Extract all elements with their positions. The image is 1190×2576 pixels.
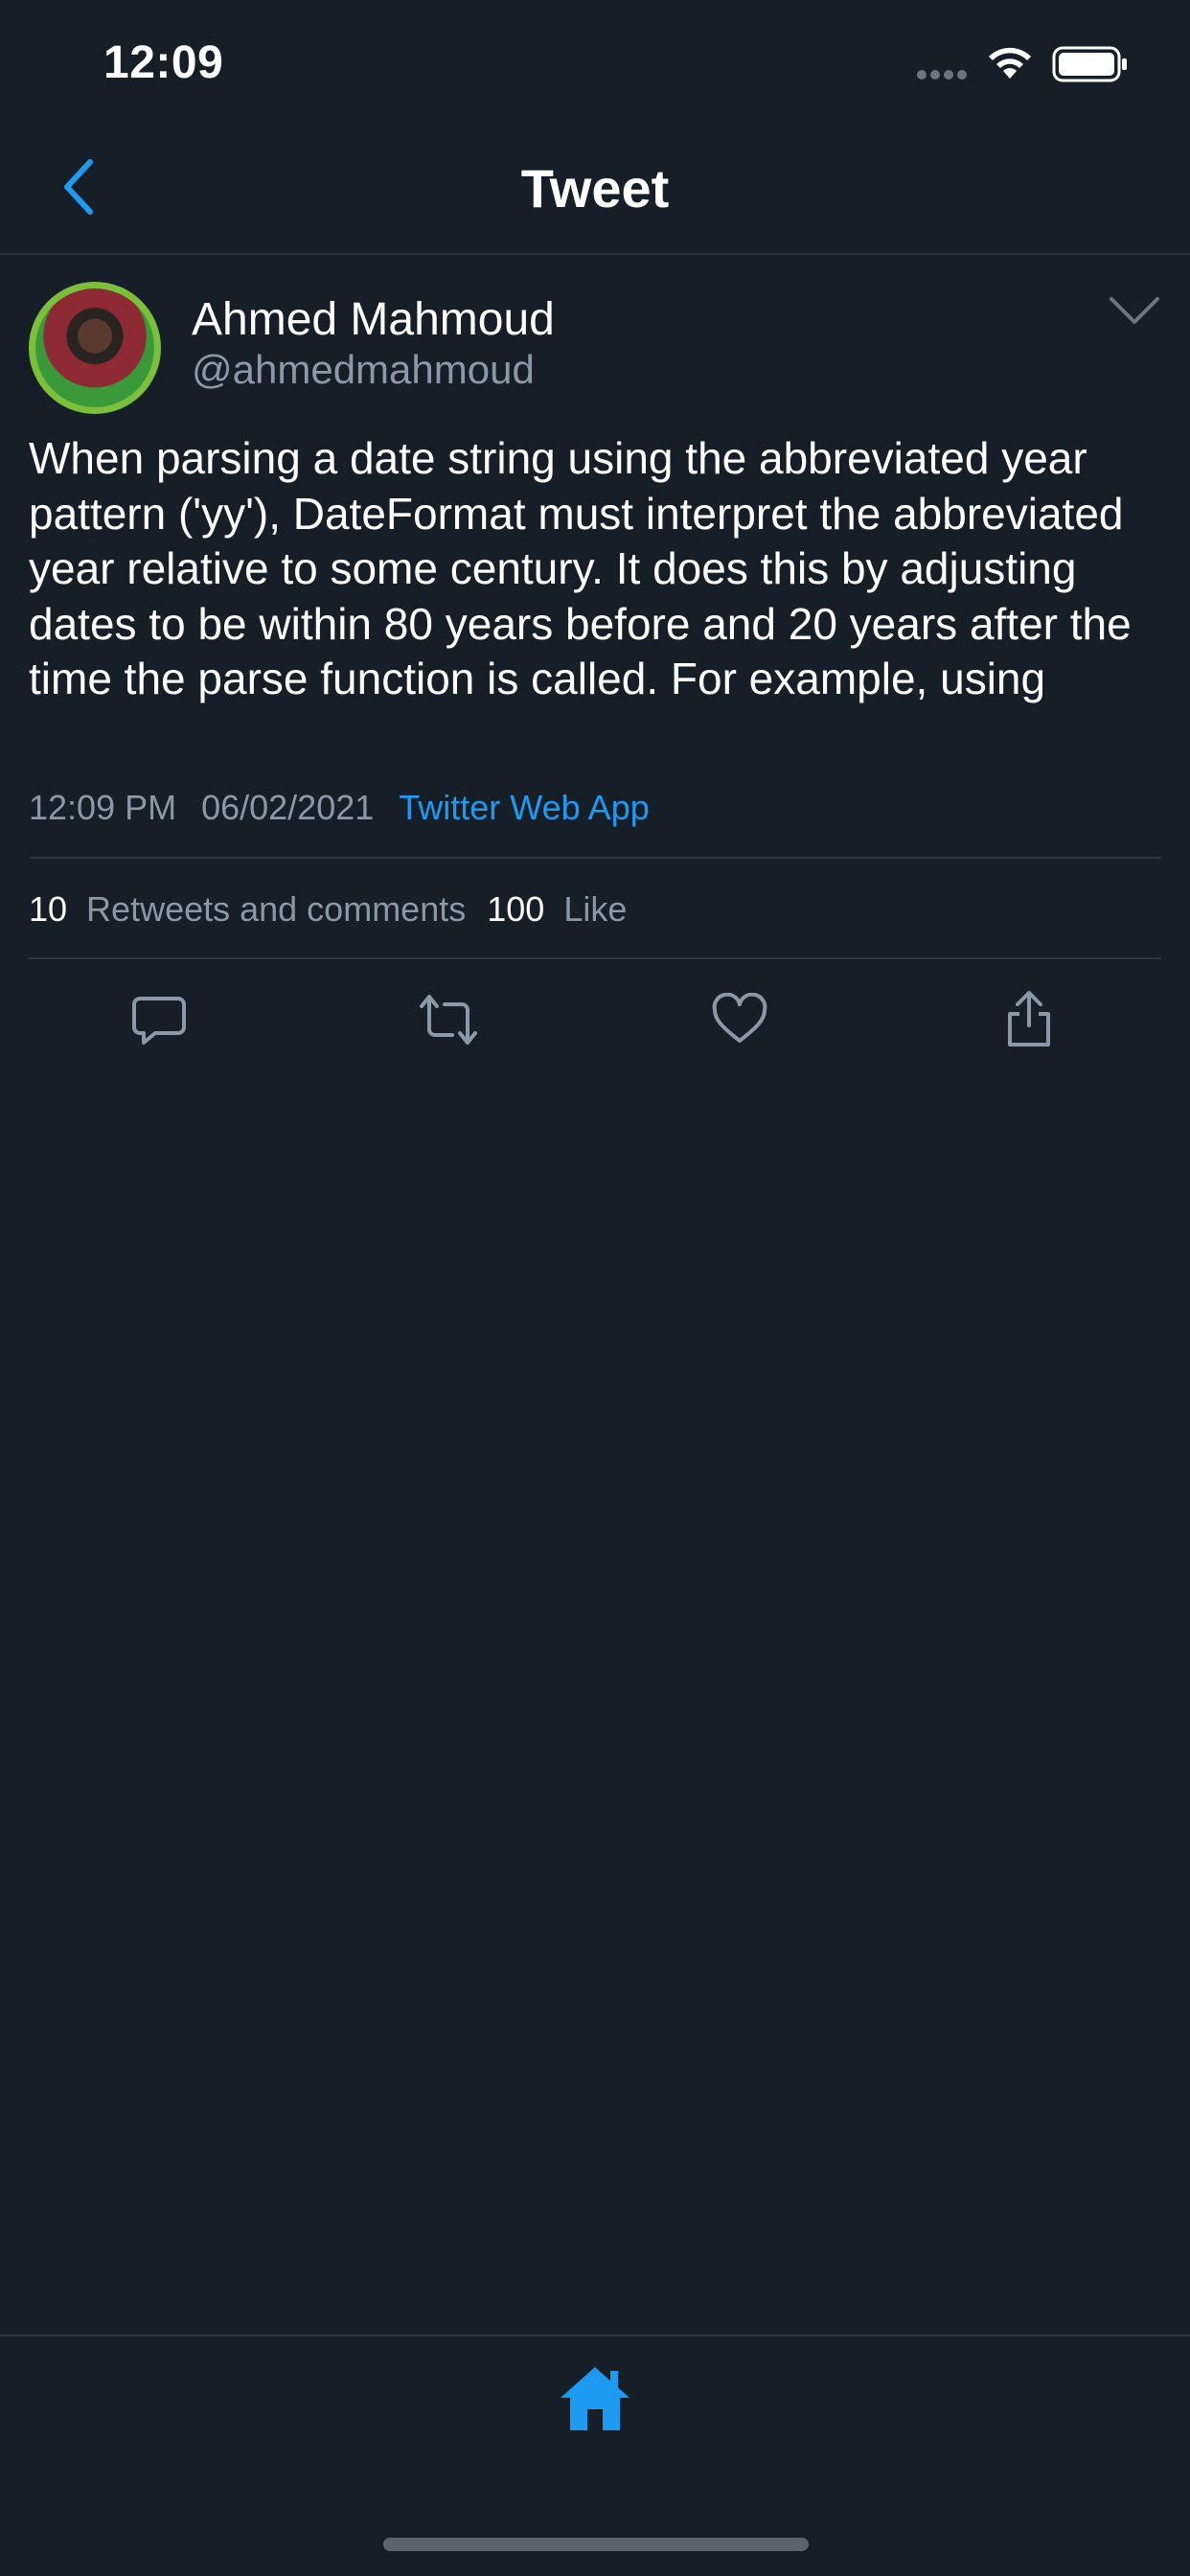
- retweets-label[interactable]: Retweets and comments: [86, 889, 466, 930]
- home-tab[interactable]: [556, 2361, 634, 2434]
- tweet-date: 06/02/2021: [201, 788, 375, 827]
- retweet-button[interactable]: [414, 985, 483, 1054]
- tweet-text: When parsing a date string using the abb…: [29, 433, 1132, 703]
- like-button[interactable]: [705, 985, 774, 1054]
- author-handle[interactable]: @ahmedmahmoud: [192, 347, 535, 393]
- tweet-time: 12:09 PM: [29, 788, 177, 827]
- retweets-count[interactable]: 10: [29, 889, 67, 930]
- share-icon: [1008, 991, 1050, 1046]
- battery-icon: [1052, 46, 1127, 82]
- comment-icon: [132, 997, 186, 1045]
- heart-icon: [712, 993, 767, 1043]
- wifi-icon: [989, 47, 1031, 79]
- share-button[interactable]: [995, 985, 1064, 1054]
- tweet-meta: 12:09 PM 06/02/2021 Twitter Web App: [29, 788, 675, 828]
- home-indicator: [383, 2538, 809, 2551]
- avatar-image: [35, 288, 154, 407]
- tabbar-divider: [0, 2334, 1190, 2336]
- reply-button[interactable]: [125, 985, 194, 1054]
- tweet-stats: 10 Retweets and comments 100 Like: [29, 889, 648, 930]
- retweet-icon: [420, 995, 477, 1045]
- likes-label[interactable]: Like: [563, 889, 627, 930]
- cellular-signal-icon: [917, 70, 967, 80]
- tweet-source-link[interactable]: Twitter Web App: [399, 788, 649, 828]
- avatar[interactable]: [29, 282, 161, 414]
- chevron-down-icon[interactable]: [1108, 293, 1161, 328]
- page-title: Tweet: [520, 158, 670, 218]
- author-name[interactable]: Ahmed Mahmoud: [192, 293, 555, 346]
- stats-divider: [29, 957, 1161, 959]
- meta-divider: [29, 857, 1161, 859]
- status-time: 12:09: [103, 37, 224, 88]
- nav-divider: [0, 253, 1190, 255]
- likes-count[interactable]: 100: [487, 889, 544, 930]
- home-icon: [561, 2367, 629, 2430]
